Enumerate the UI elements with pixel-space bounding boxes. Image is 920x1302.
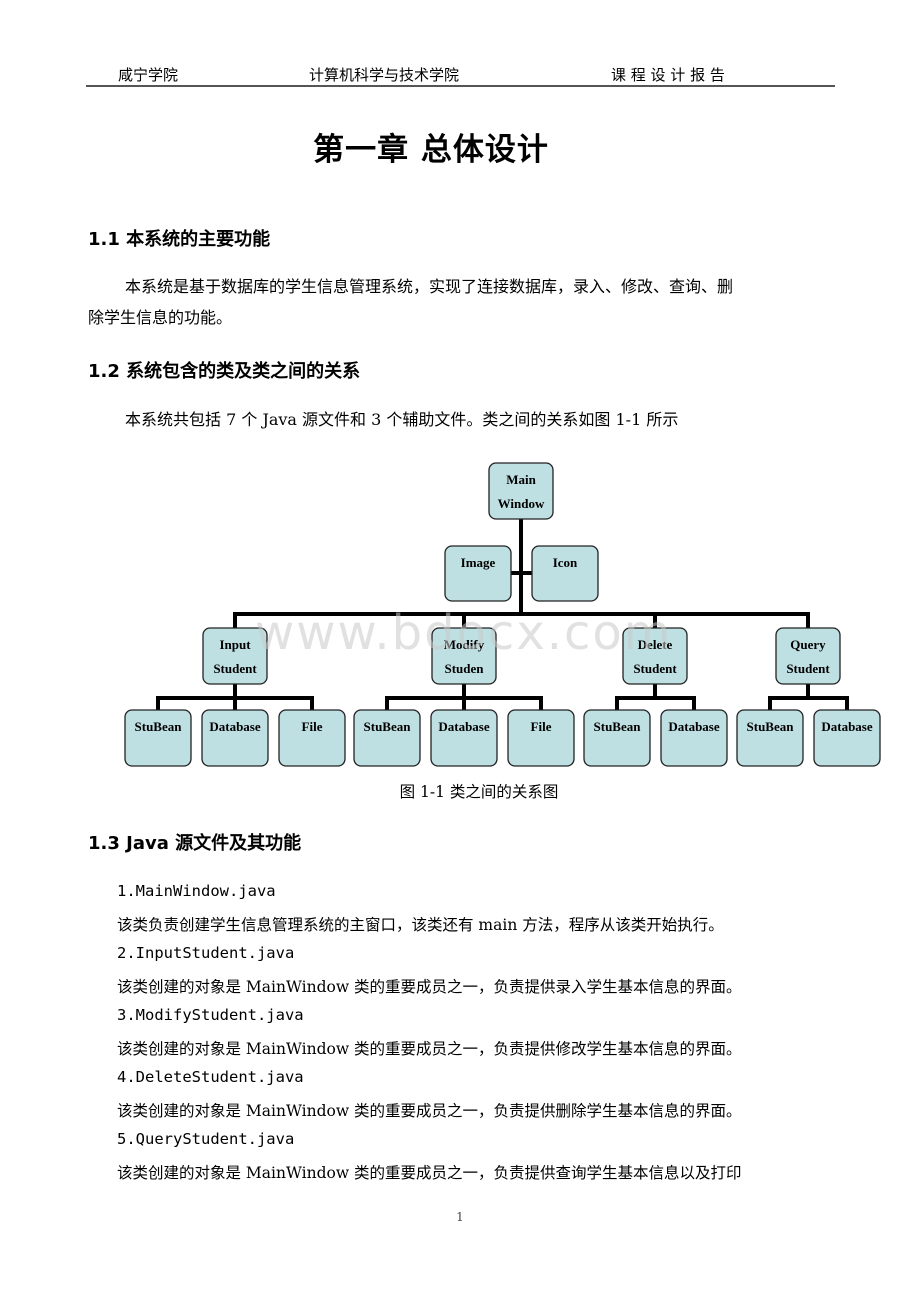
file-desc-2: 该类创建的对象是 MainWindow 类的重要成员之一，负责提供录入学生基本信… bbox=[117, 978, 742, 996]
node-input-file: File bbox=[278, 709, 346, 767]
file-desc-3: 该类创建的对象是 MainWindow 类的重要成员之一，负责提供修改学生基本信… bbox=[117, 1040, 742, 1058]
node-icon-label: Icon bbox=[553, 555, 578, 570]
node-modify-label: Modify bbox=[444, 637, 485, 652]
node-query-label: Student bbox=[786, 661, 830, 676]
node-input: Input Student bbox=[202, 627, 268, 685]
node-delete: Delete Student bbox=[622, 627, 688, 685]
node-main-window-label: Main bbox=[506, 472, 536, 487]
node-delete-stubean-label: StuBean bbox=[594, 719, 642, 734]
node-delete-label: Student bbox=[633, 661, 677, 676]
file-name-2: 2.InputStudent.java bbox=[117, 944, 295, 962]
node-query-database-label: Database bbox=[821, 719, 873, 734]
node-input-label: Student bbox=[213, 661, 257, 676]
file-name-3: 3.ModifyStudent.java bbox=[117, 1006, 304, 1024]
node-input-label: Input bbox=[219, 637, 251, 652]
page-number: 1 bbox=[456, 1210, 464, 1224]
node-icon: Icon bbox=[531, 545, 599, 602]
node-modify-file-label: File bbox=[531, 719, 552, 734]
class-relationship-diagram: Main Window Image Icon Input Student StuBean Da… bbox=[124, 462, 881, 767]
node-main-window-label: Window bbox=[498, 496, 545, 511]
file-name-1: 1.MainWindow.java bbox=[117, 882, 276, 900]
node-delete-label: Delete bbox=[638, 637, 673, 652]
node-modify-file: File bbox=[507, 709, 575, 767]
file-desc-5: 该类创建的对象是 MainWindow 类的重要成员之一，负责提供查询学生基本信… bbox=[117, 1164, 742, 1182]
node-modify-label: Studen bbox=[444, 661, 484, 676]
file-name-4: 4.DeleteStudent.java bbox=[117, 1068, 304, 1086]
node-delete-stubean: StuBean bbox=[583, 709, 651, 767]
node-image: Image bbox=[444, 545, 512, 602]
node-query-stubean-label: StuBean bbox=[747, 719, 795, 734]
node-input-database: Database bbox=[201, 709, 269, 767]
node-query-stubean: StuBean bbox=[736, 709, 804, 767]
node-input-stubean: StuBean bbox=[124, 709, 192, 767]
node-modify-database: Database bbox=[430, 709, 498, 767]
node-delete-database: Database bbox=[660, 709, 728, 767]
node-main-window: Main Window bbox=[488, 462, 554, 520]
node-query: Query Student bbox=[775, 627, 841, 685]
node-modify: Modify Studen bbox=[431, 627, 497, 685]
figure-caption: 图 1-1 类之间的关系图 bbox=[399, 783, 559, 801]
node-modify-database-label: Database bbox=[438, 719, 490, 734]
node-query-label: Query bbox=[790, 637, 826, 652]
node-modify-stubean-label: StuBean bbox=[364, 719, 412, 734]
node-image-label: Image bbox=[461, 555, 496, 570]
file-desc-1: 该类负责创建学生信息管理系统的主窗口，该类还有 main 方法，程序从该类开始执… bbox=[117, 916, 724, 934]
node-query-database: Database bbox=[813, 709, 881, 767]
node-delete-database-label: Database bbox=[668, 719, 720, 734]
node-modify-stubean: StuBean bbox=[353, 709, 421, 767]
node-input-database-label: Database bbox=[209, 719, 261, 734]
node-input-file-label: File bbox=[302, 719, 323, 734]
section-heading-1-3: 1.3 Java 源文件及其功能 bbox=[88, 833, 302, 854]
file-desc-4: 该类创建的对象是 MainWindow 类的重要成员之一，负责提供删除学生基本信… bbox=[117, 1102, 742, 1120]
node-input-stubean-label: StuBean bbox=[135, 719, 183, 734]
file-name-5: 5.QueryStudent.java bbox=[117, 1130, 295, 1148]
